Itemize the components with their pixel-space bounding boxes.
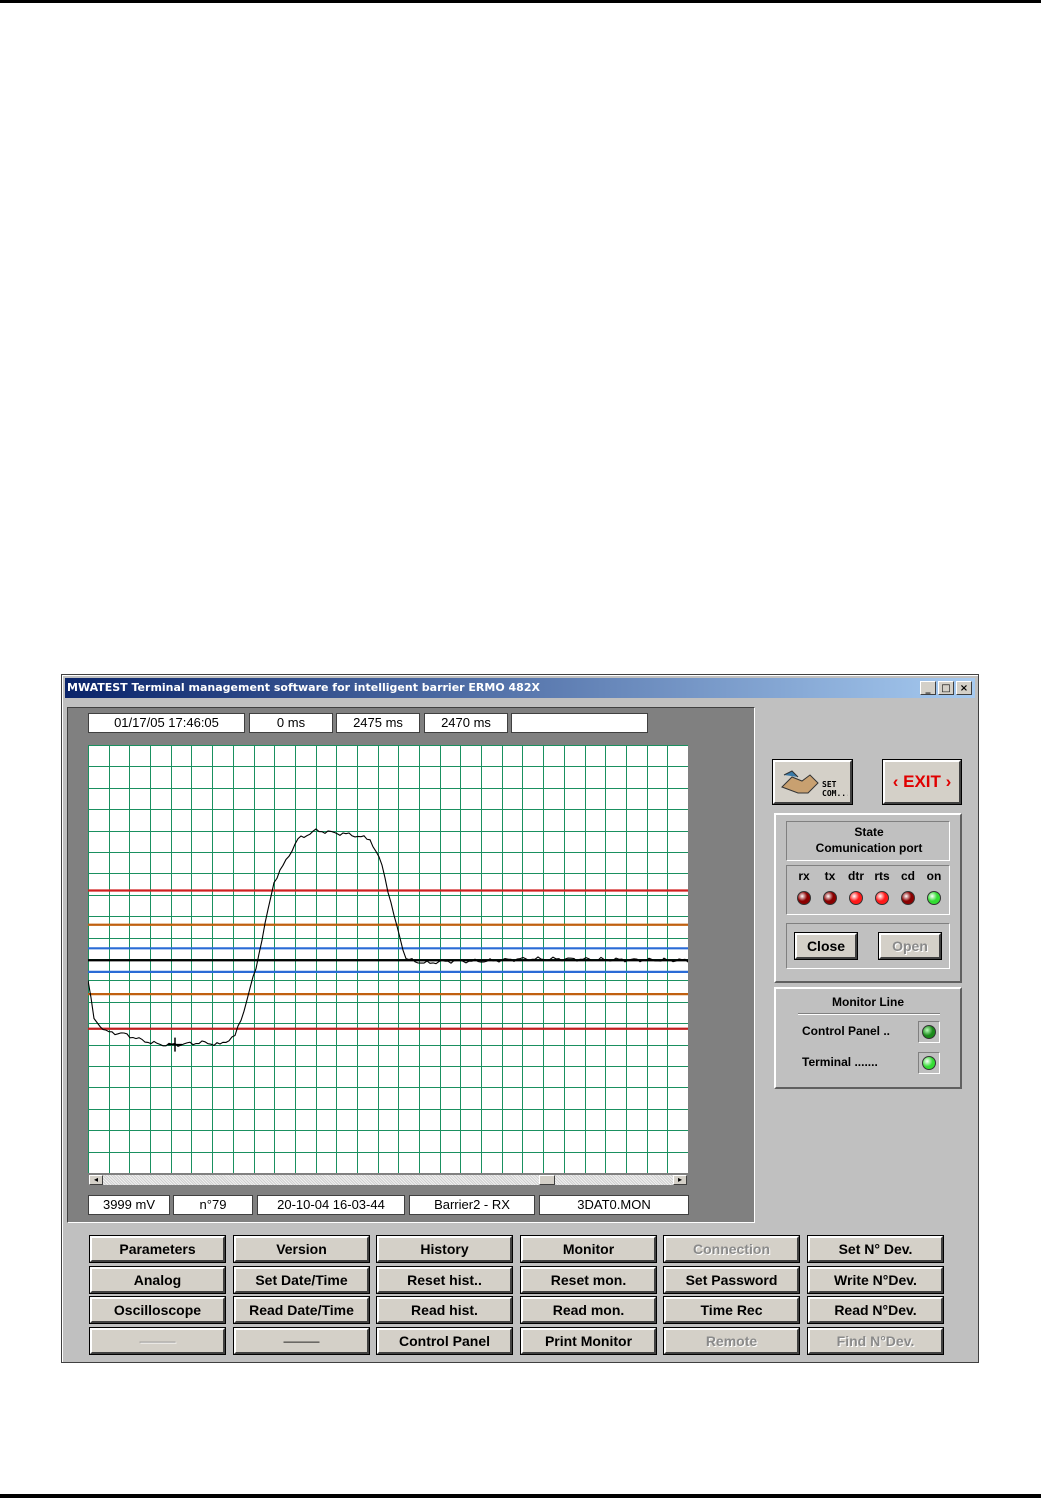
led-tx bbox=[823, 891, 837, 905]
cmd-button-control-panel[interactable]: Control Panel bbox=[377, 1328, 512, 1354]
file-field: 3DAT0.MON bbox=[539, 1195, 689, 1215]
cmd-button-time-rec[interactable]: Time Rec bbox=[664, 1297, 799, 1323]
cmd-button-find-n-dev[interactable]: Find N°Dev. bbox=[808, 1328, 943, 1354]
control-panel-label: Control Panel .. bbox=[802, 1024, 891, 1038]
cmd-button-parameters[interactable]: Parameters bbox=[90, 1236, 225, 1262]
window-title: MWATEST Terminal management software for… bbox=[67, 681, 540, 694]
end-time-field: 2475 ms bbox=[336, 713, 420, 733]
extra-field bbox=[511, 713, 648, 733]
monitor-line-divider bbox=[798, 1013, 940, 1015]
cmd-button-read-hist[interactable]: Read hist. bbox=[377, 1297, 512, 1323]
device-field: Barrier2 - RX bbox=[409, 1195, 535, 1215]
terminal-label: Terminal ....... bbox=[802, 1055, 878, 1069]
cmd-button-read-date-time[interactable]: Read Date/Time bbox=[234, 1297, 369, 1323]
comm-state-panel: State Comunication port rx tx dtr rts cd on C… bbox=[774, 813, 962, 983]
exit-button[interactable]: ‹ EXIT › bbox=[883, 760, 961, 804]
monitor-line-panel: Monitor Line Control Panel .. Terminal .… bbox=[774, 987, 962, 1089]
start-time-field: 0 ms bbox=[249, 713, 333, 733]
minimize-button[interactable]: _ bbox=[920, 681, 936, 695]
cmd-button-history[interactable]: History bbox=[377, 1236, 512, 1262]
control-panel-led-frame bbox=[918, 1021, 940, 1043]
close-port-button[interactable]: Close bbox=[795, 933, 857, 959]
led-label-cd: cd bbox=[900, 869, 915, 883]
record-date-field: 20-10-04 16-03-44 bbox=[257, 1195, 405, 1215]
led-label-tx: tx bbox=[824, 869, 836, 883]
cmd-button-read-n-dev[interactable]: Read N°Dev. bbox=[808, 1297, 943, 1323]
record-number-field: n°79 bbox=[173, 1195, 253, 1215]
cmd-button-blank[interactable]: ——— bbox=[90, 1328, 225, 1354]
terminal-led-frame bbox=[918, 1052, 940, 1074]
horizontal-scrollbar[interactable]: ◂ ▸ bbox=[88, 1174, 688, 1186]
scroll-right-icon[interactable]: ▸ bbox=[673, 1175, 687, 1185]
led-rts bbox=[875, 891, 889, 905]
led-row: rx tx dtr rts cd on bbox=[786, 865, 950, 915]
scroll-left-icon[interactable]: ◂ bbox=[89, 1175, 103, 1185]
voltage-field: 3999 mV bbox=[88, 1195, 170, 1215]
app-window: MWATEST Terminal management software for… bbox=[61, 674, 979, 1363]
date-field: 01/17/05 17:46:05 bbox=[88, 713, 245, 733]
cmd-button-blank[interactable]: ——— bbox=[234, 1328, 369, 1354]
control-panel-led bbox=[922, 1025, 936, 1039]
cmd-button-oscilloscope[interactable]: Oscilloscope bbox=[90, 1297, 225, 1323]
scope-grid[interactable] bbox=[87, 745, 689, 1174]
cmd-button-set-password[interactable]: Set Password bbox=[664, 1267, 799, 1293]
page-bottom-rule bbox=[0, 1494, 1041, 1498]
oscilloscope-panel: 01/17/05 17:46:05 0 ms 2475 ms 2470 ms ◂… bbox=[67, 707, 755, 1223]
led-label-on: on bbox=[926, 869, 942, 883]
port-buttons-frame: Close Open bbox=[786, 923, 950, 969]
duration-field: 2470 ms bbox=[424, 713, 508, 733]
scroll-thumb[interactable] bbox=[539, 1175, 555, 1185]
monitor-line-title: Monitor Line bbox=[832, 995, 904, 1009]
scope-plot[interactable] bbox=[87, 745, 689, 1174]
open-port-button[interactable]: Open bbox=[879, 933, 941, 959]
close-button[interactable]: × bbox=[956, 681, 972, 695]
title-bar: MWATEST Terminal management software for… bbox=[65, 678, 975, 698]
cmd-button-version[interactable]: Version bbox=[234, 1236, 369, 1262]
handshake-icon: SET COM... bbox=[780, 770, 850, 798]
terminal-led bbox=[922, 1056, 936, 1070]
cmd-button-monitor[interactable]: Monitor bbox=[521, 1236, 656, 1262]
maximize-button[interactable]: □ bbox=[938, 681, 954, 695]
led-cd bbox=[901, 891, 915, 905]
comm-state-title: State bbox=[854, 825, 884, 839]
led-label-rx: rx bbox=[798, 869, 810, 883]
cmd-button-analog[interactable]: Analog bbox=[90, 1267, 225, 1293]
cmd-button-reset-hist[interactable]: Reset hist.. bbox=[377, 1267, 512, 1293]
comm-state-subtitle: Comunication port bbox=[815, 841, 923, 855]
comm-state-header: State Comunication port bbox=[786, 821, 950, 861]
page-top-rule bbox=[0, 0, 1041, 3]
cmd-button-write-n-dev[interactable]: Write N°Dev. bbox=[808, 1267, 943, 1293]
cmd-button-reset-mon[interactable]: Reset mon. bbox=[521, 1267, 656, 1293]
led-rx bbox=[797, 891, 811, 905]
cmd-button-read-mon[interactable]: Read mon. bbox=[521, 1297, 656, 1323]
led-label-rts: rts bbox=[874, 869, 890, 883]
led-dtr bbox=[849, 891, 863, 905]
cmd-button-connection[interactable]: Connection bbox=[664, 1236, 799, 1262]
svg-text:COM...: COM... bbox=[822, 789, 848, 798]
svg-text:SET: SET bbox=[822, 780, 837, 789]
cmd-button-set-n-dev[interactable]: Set N° Dev. bbox=[808, 1236, 943, 1262]
set-com-button[interactable]: SET COM... bbox=[773, 760, 852, 804]
led-on bbox=[927, 891, 941, 905]
cmd-button-set-date-time[interactable]: Set Date/Time bbox=[234, 1267, 369, 1293]
cmd-button-remote[interactable]: Remote bbox=[664, 1328, 799, 1354]
cmd-button-print-monitor[interactable]: Print Monitor bbox=[521, 1328, 656, 1354]
signal-trace bbox=[87, 828, 689, 1047]
led-label-dtr: dtr bbox=[848, 869, 864, 883]
